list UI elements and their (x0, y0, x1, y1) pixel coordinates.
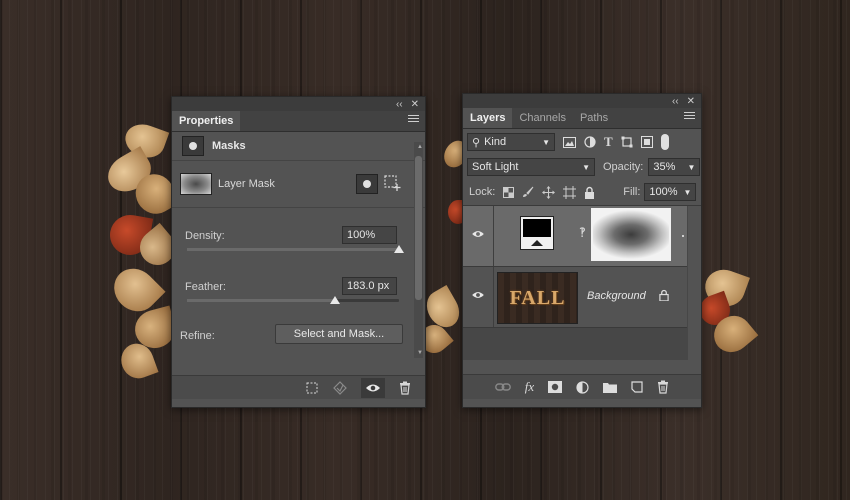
blend-row: Soft Light ▼ Opacity: 35% ▼ (463, 155, 701, 179)
lock-label: Lock: (469, 186, 496, 198)
properties-panel-titlebar[interactable]: ‹‹ ✕ (172, 97, 425, 111)
blend-chevron-icon: ▼ (582, 162, 590, 172)
blend-mode-value: Soft Light (472, 161, 519, 173)
layers-close-icon[interactable]: ✕ (687, 96, 695, 107)
feather-slider[interactable] (187, 299, 399, 302)
add-mask-icon[interactable] (548, 381, 563, 393)
new-layer-icon[interactable] (631, 381, 643, 393)
layers-panel-menu-icon[interactable] (684, 112, 695, 123)
lock-all-icon[interactable] (584, 186, 595, 199)
opacity-value: 35% (653, 161, 676, 173)
filter-smart-object-icon[interactable] (640, 136, 653, 148)
filter-kind-value: Kind (484, 136, 507, 148)
refine-label: Refine: (180, 330, 215, 342)
tab-channels[interactable]: Channels (512, 108, 572, 128)
opacity-chevron-icon[interactable]: ▼ (687, 163, 695, 172)
panel-menu-icon[interactable] (408, 115, 419, 126)
new-group-folder-icon[interactable] (603, 382, 618, 393)
disable-mask-eye-icon[interactable] (361, 377, 385, 398)
density-slider-handle[interactable] (394, 245, 404, 253)
search-icon: ⚲ (472, 136, 481, 149)
leaf-decoration-left (101, 119, 183, 383)
background-thumbnail[interactable]: FALL (497, 272, 578, 324)
filter-kind-select[interactable]: ⚲ Kind ▼ (467, 133, 555, 151)
fill-chevron-icon[interactable]: ▼ (683, 188, 691, 197)
fx-icon[interactable]: fx (525, 379, 534, 395)
density-label: Density: (185, 230, 225, 242)
feather-input[interactable]: 183.0 px (342, 277, 397, 295)
mask-sliders: Density: 100% Feather: 183.0 px Refine: … (172, 142, 425, 360)
layer-visibility-eye-icon[interactable] (471, 229, 485, 241)
select-and-mask-button[interactable]: Select and Mask... (275, 324, 403, 344)
feather-label: Feather: (185, 281, 226, 293)
properties-tabbar: Properties (172, 111, 425, 132)
new-adjustment-layer-icon[interactable] (576, 380, 589, 394)
masks-title: Masks (212, 140, 246, 152)
fill-value: 100% (649, 186, 678, 198)
lock-move-icon[interactable] (542, 185, 556, 199)
filter-shape-icon[interactable] (621, 136, 633, 148)
mask-link-chain-icon[interactable]: ‽ (579, 225, 586, 241)
background-visibility-eye-icon[interactable] (471, 290, 485, 302)
feather-slider-handle[interactable] (330, 296, 340, 304)
layers-scrollbar[interactable] (688, 206, 701, 360)
collapse-icon[interactable]: ‹‹ (396, 99, 403, 110)
opacity-label: Opacity: (603, 161, 644, 173)
leaf-decoration-right (695, 264, 759, 360)
layer-row-background[interactable]: FALL Background (463, 267, 687, 328)
properties-footer (172, 375, 425, 399)
fill-input[interactable]: 100% ▼ (644, 183, 697, 201)
lock-transparent-icon[interactable] (503, 186, 515, 198)
mask-thumbnail (180, 173, 212, 195)
blend-mode-select[interactable]: Soft Light ▼ (467, 158, 595, 176)
layer-mask-row: Layer Mask (172, 161, 425, 208)
fill-label: Fill: (623, 186, 641, 198)
filter-type-icon[interactable]: T (604, 134, 613, 150)
chevron-down-icon: ▼ (542, 137, 550, 147)
masks-header: Masks (172, 132, 425, 161)
tab-paths[interactable]: Paths (573, 108, 615, 128)
layers-collapse-icon[interactable]: ‹‹ (672, 96, 679, 107)
layers-panel-titlebar[interactable]: ‹‹ ✕ (463, 94, 701, 108)
layers-panel: ‹‹ ✕ Layers Channels Paths ⚲ Kind ▼ T So… (462, 93, 702, 408)
background-layer-name[interactable]: Background (587, 290, 646, 302)
opacity-input[interactable]: 35% ▼ (648, 158, 701, 176)
filter-pixel-icon[interactable] (563, 136, 576, 148)
filter-toggle-switch[interactable] (660, 134, 669, 150)
filter-adjustment-icon[interactable] (584, 136, 596, 148)
close-icon[interactable]: ✕ (411, 99, 419, 110)
delete-layer-trash-icon[interactable] (657, 380, 669, 394)
properties-scrollbar-thumb[interactable] (415, 156, 422, 300)
add-pixel-mask-button[interactable] (356, 174, 378, 194)
lock-brush-icon[interactable] (522, 186, 534, 198)
density-input[interactable]: 100% (342, 226, 397, 244)
layer-mask-thumbnail[interactable] (591, 208, 671, 261)
properties-scrollbar[interactable]: ▲ ▼ (414, 142, 423, 358)
delete-mask-trash-icon[interactable] (399, 381, 411, 395)
density-fill (187, 248, 399, 251)
layer-row[interactable]: ‽ (463, 206, 687, 267)
lock-row: Lock: Fill: 100% ▼ (463, 179, 701, 206)
layer-mask-label: Layer Mask (218, 178, 275, 190)
density-slider[interactable] (187, 248, 399, 251)
load-selection-icon[interactable] (305, 381, 319, 395)
apply-mask-icon[interactable] (333, 380, 347, 395)
tab-layers[interactable]: Layers (463, 108, 513, 128)
leaf-decoration-middle (414, 136, 473, 360)
layers-footer: fx (463, 374, 701, 399)
layers-list: ‽ FALL Background (463, 206, 701, 360)
pixel-mask-icon (182, 136, 204, 156)
layer-filter-row: ⚲ Kind ▼ T (463, 129, 701, 155)
properties-panel: ‹‹ ✕ Properties Masks Layer Mask Density… (171, 96, 426, 408)
background-thumbnail-text: FALL (509, 286, 566, 309)
layers-tabbar: Layers Channels Paths (463, 108, 701, 129)
lock-artboard-icon[interactable] (563, 185, 577, 199)
link-layers-icon[interactable] (494, 382, 511, 392)
tab-properties[interactable]: Properties (172, 111, 241, 131)
background-lock-icon[interactable] (659, 289, 669, 304)
adjustment-thumbnail[interactable] (520, 216, 554, 250)
add-vector-mask-button[interactable] (383, 174, 401, 192)
feather-fill (187, 299, 335, 302)
